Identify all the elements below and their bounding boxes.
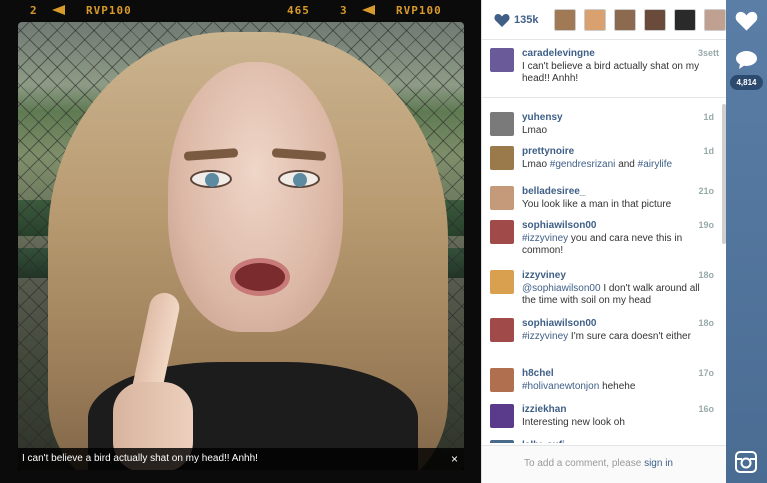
comment-username[interactable]: belladesiree_ (522, 186, 585, 197)
liker-avatar[interactable] (554, 9, 576, 31)
comment-text: #izzyviney you and cara neve this in com… (522, 233, 683, 256)
eye-left (190, 170, 232, 188)
mouth (230, 258, 290, 296)
comment-time: 17o (698, 368, 714, 378)
heart-icon[interactable] (494, 13, 510, 27)
comment-time: 3sett (697, 48, 719, 58)
film-arrow-right-icon (354, 4, 375, 17)
film-strip-header: 2 RVP100 465 3 RVP100 (0, 0, 481, 20)
avatar[interactable] (490, 146, 514, 170)
liker-avatar[interactable] (584, 9, 606, 31)
mention-link[interactable]: #izzyviney (522, 331, 568, 342)
comment-username[interactable]: izziekhan (522, 404, 566, 415)
liker-avatar[interactable] (644, 9, 666, 31)
hand (113, 290, 193, 470)
mention-link[interactable]: @sophiawilson00 (522, 283, 601, 294)
film-frame-left: 2 (30, 4, 38, 17)
avatar[interactable] (490, 112, 514, 136)
avatar[interactable] (490, 220, 514, 244)
eyebrow-left (183, 148, 239, 161)
film-frame-right: 3 (340, 4, 348, 17)
like-heart-icon[interactable] (735, 10, 758, 31)
photo-panel: 2 RVP100 465 3 RVP100 I can't believe a … (0, 0, 481, 483)
face (168, 62, 343, 332)
comment-text: #izzyviney I'm sure cara doesn't either (522, 331, 691, 342)
comment-time: 1d (703, 112, 714, 122)
mention-link[interactable]: #holivanewtonjon (522, 381, 599, 392)
comment-username[interactable]: prettynoire (522, 146, 574, 157)
comment-username[interactable]: yuhensy (522, 112, 563, 123)
close-icon[interactable]: × (451, 448, 458, 470)
photo-caption-text: I can't believe a bird actually shat on … (22, 453, 258, 464)
comment-time: 16o (698, 404, 714, 414)
comment-time: 1d (703, 146, 714, 156)
comment-username[interactable]: sophiawilson00 (522, 318, 596, 329)
comment-bubble-icon[interactable] (735, 50, 758, 70)
add-comment-bar: To add a comment, please sign in (482, 445, 727, 483)
comment-username[interactable]: caradelevingne (522, 48, 595, 59)
mention-link[interactable]: #gendresrizani (550, 159, 616, 170)
comment-username[interactable]: lally_sufi (522, 440, 565, 443)
comments-panel: 135k caradelevingne 3sett I can't believ… (481, 0, 727, 483)
add-comment-prompt: To add a comment, please sign in (524, 458, 673, 469)
add-comment-prefix: To add a comment, please (524, 458, 642, 469)
caption-comment: caradelevingne 3sett I can't believe a b… (482, 40, 727, 98)
avatar[interactable] (490, 440, 514, 443)
comment-row: izziekhan 16o Interesting new look oh (482, 396, 722, 436)
eye-right (278, 170, 320, 188)
avatar[interactable] (490, 48, 514, 72)
film-arrow-left-icon (44, 4, 65, 17)
comment-username[interactable]: sophiawilson00 (522, 220, 596, 231)
photo-caption-bar: I can't believe a bird actually shat on … (18, 448, 464, 470)
comment-username[interactable]: izzyviney (522, 270, 566, 281)
avatar[interactable] (490, 404, 514, 428)
comment-count-badge: 4,814 (730, 75, 763, 90)
instagram-camera-icon[interactable] (735, 451, 757, 473)
mention-link[interactable]: #izzyviney (522, 233, 568, 244)
mention-link[interactable]: #airylife (638, 159, 672, 170)
comment-text: Lmao (522, 125, 548, 136)
liker-avatar[interactable] (704, 9, 726, 31)
sign-in-link[interactable]: sign in (644, 458, 673, 469)
comment-row: sophiawilson00 19o #izzyviney you and cara… (482, 212, 722, 256)
comment-time: 18o (698, 318, 714, 328)
comment-row: sophiawilson00 18o #izzyviney I'm sure car… (482, 310, 722, 350)
film-brand-left: RVP100 (86, 4, 132, 17)
comment-row: izzyviney 18o @sophiawilson00 I don't walk… (482, 262, 722, 306)
comment-row: prettynoire 1d Lmao #gendresrizani and #ai… (482, 138, 722, 178)
avatar[interactable] (490, 368, 514, 392)
comment-text: Lmao #gendresrizani and #airylife (522, 159, 673, 170)
action-rail: 4,814 (726, 0, 767, 483)
likes-bar: 135k (482, 0, 727, 40)
likes-count: 135k (514, 14, 539, 26)
comment-username[interactable]: h8chel (522, 368, 554, 379)
comment-text: Interesting new look oh (522, 417, 625, 428)
eyebrow-right (271, 148, 327, 161)
comment-row: h8chel 17o #holivanewtonjon hehehe (482, 360, 722, 400)
liker-avatar[interactable] (614, 9, 636, 31)
comment-time: 18o (698, 270, 714, 280)
comment-text: You look like a man in that picture (522, 199, 672, 210)
comment-time: 19o (698, 220, 714, 230)
comments-list[interactable]: yuhensy 1d Lmao prettynoire 1d Lmao #gendresr… (482, 98, 727, 443)
liker-avatar[interactable] (674, 9, 696, 31)
avatar[interactable] (490, 318, 514, 342)
film-center-number: 465 (287, 4, 310, 17)
comment-text: @sophiawilson00 I don't walk around all … (522, 283, 700, 306)
comment-time: 21o (698, 186, 714, 196)
comment-text: #holivanewtonjon hehehe (522, 381, 636, 392)
photo-image (18, 22, 464, 470)
avatar[interactable] (490, 270, 514, 294)
comment-text: I can't believe a bird actually shat on … (522, 61, 700, 84)
instagram-photo-viewer: 2 RVP100 465 3 RVP100 I can't believe a … (0, 0, 767, 483)
avatar[interactable] (490, 186, 514, 210)
film-brand-right: RVP100 (396, 4, 442, 17)
comment-row: lally_sufi (482, 432, 722, 443)
